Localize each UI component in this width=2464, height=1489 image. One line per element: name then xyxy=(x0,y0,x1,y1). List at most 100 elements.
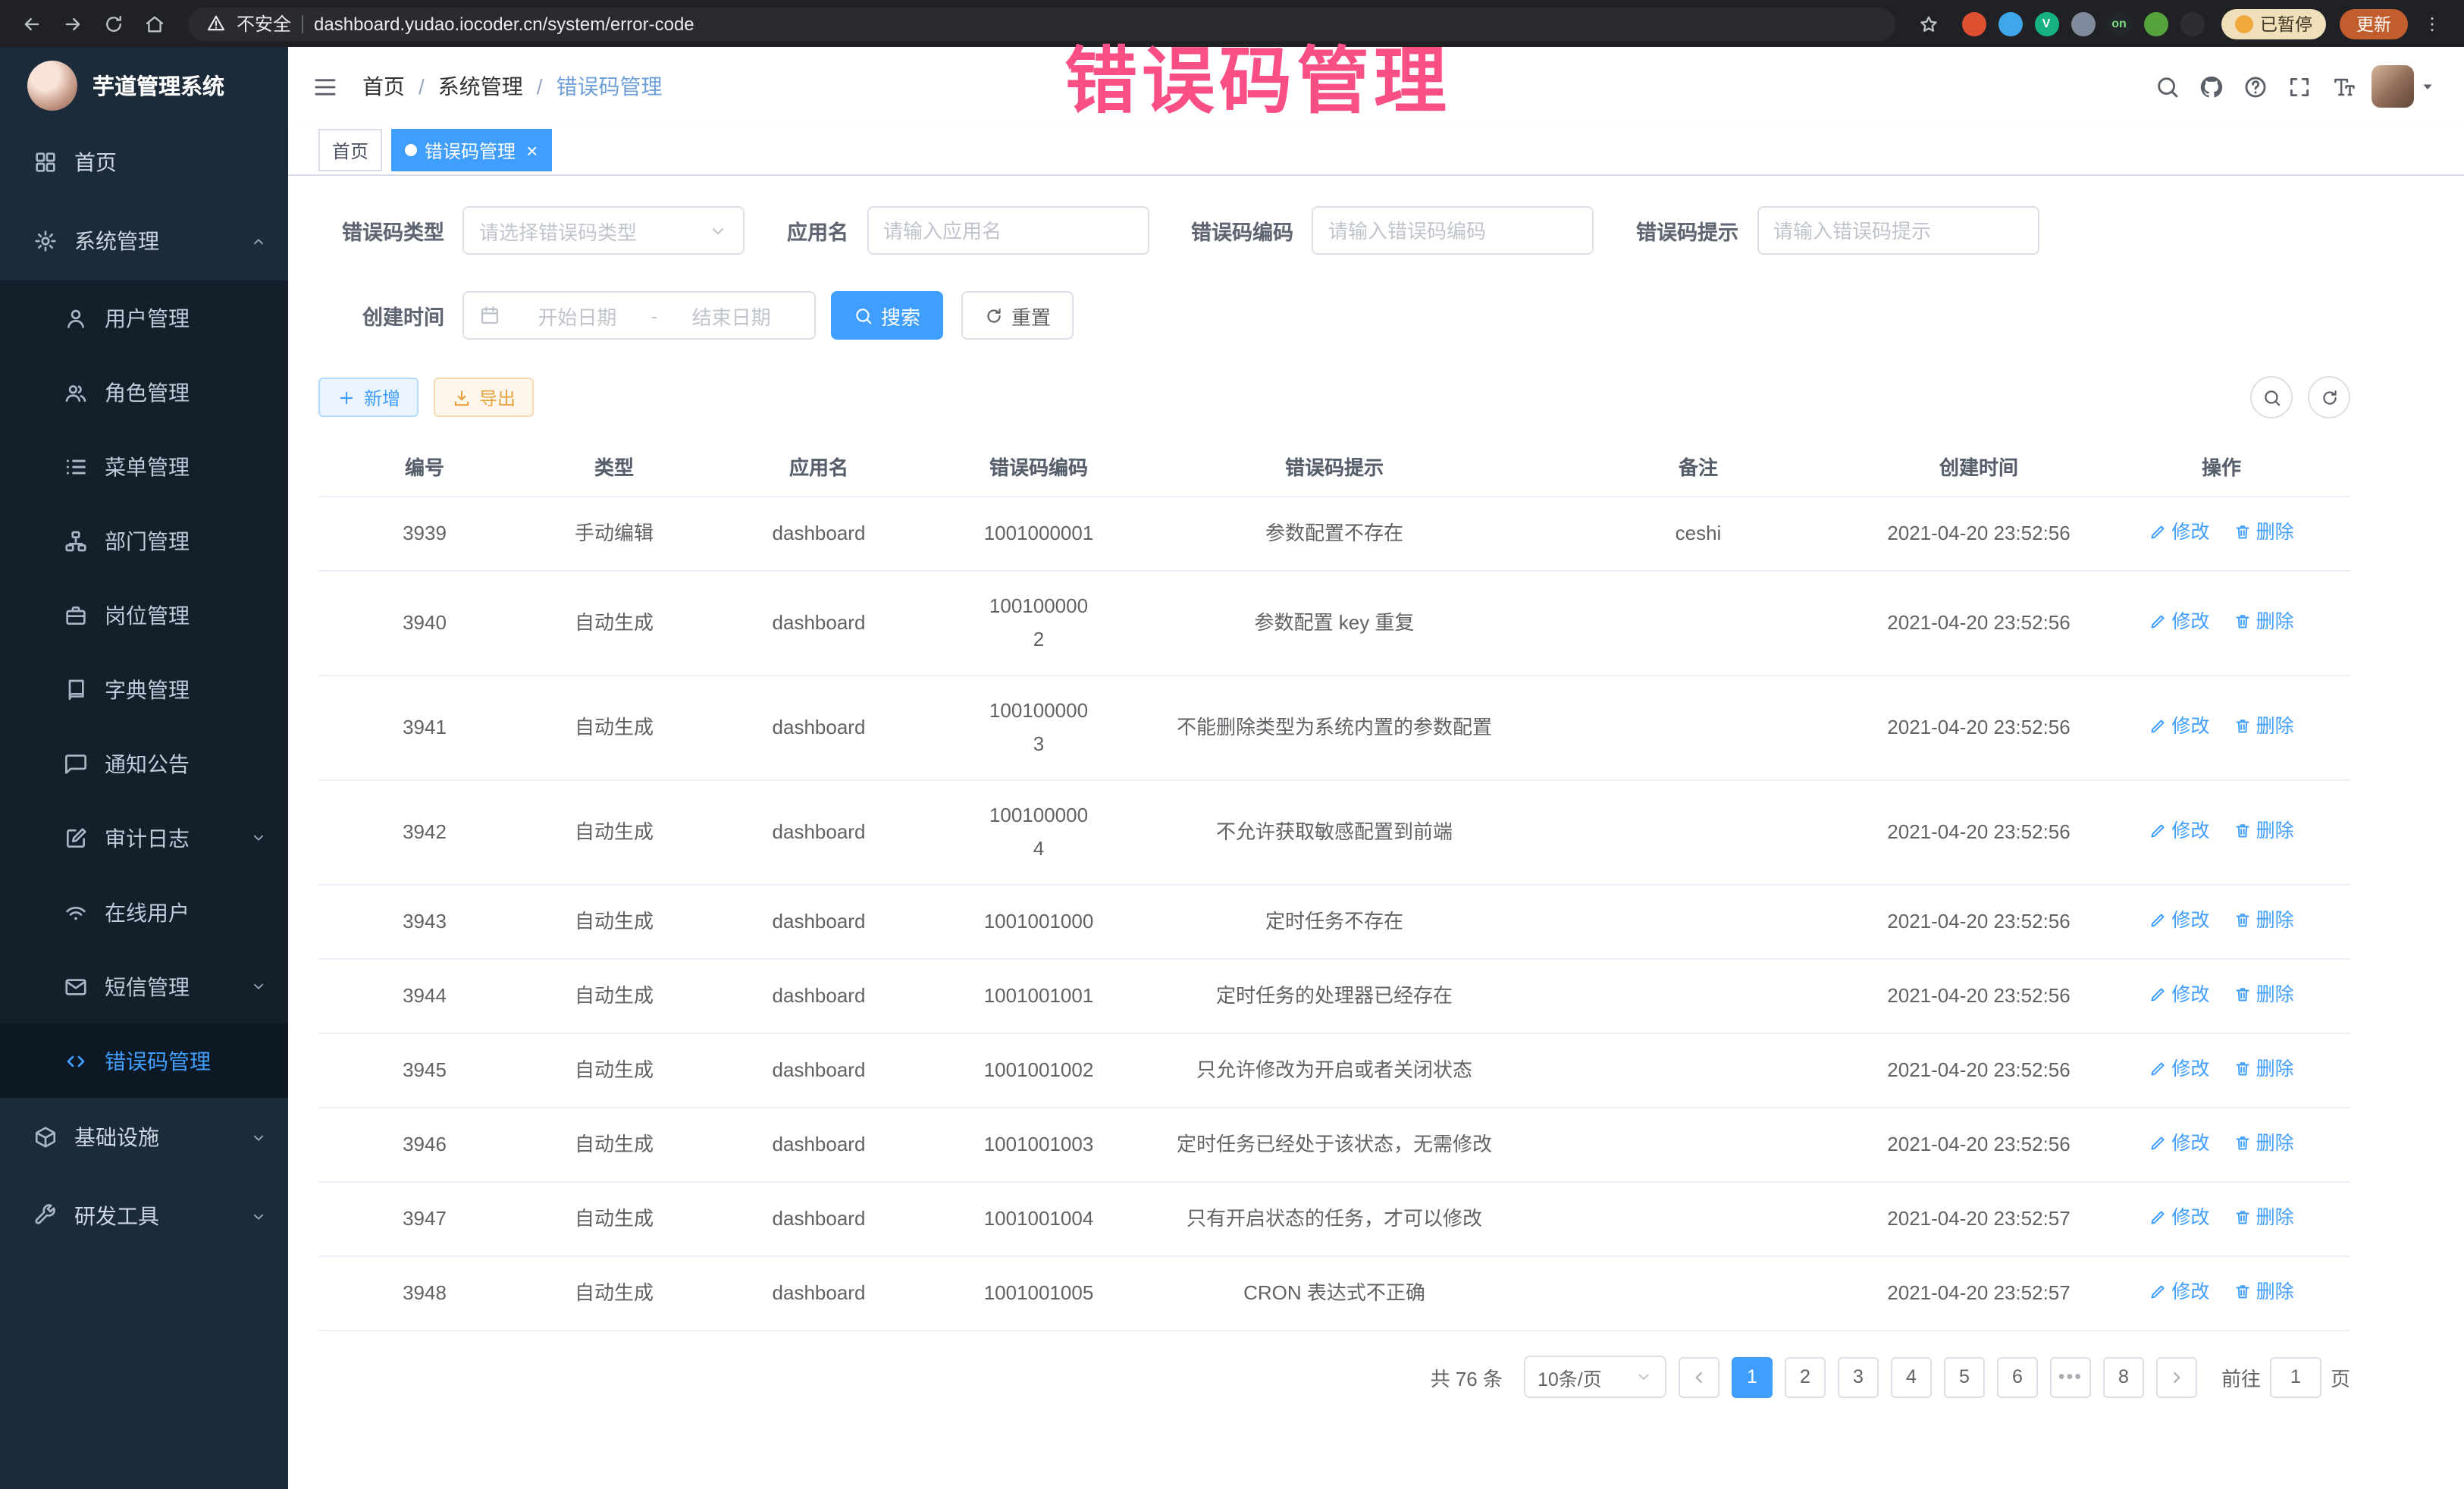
export-button[interactable]: 导出 xyxy=(434,378,534,417)
edit-link[interactable]: 修改 xyxy=(2149,1201,2209,1234)
breadcrumb-label: 首页 xyxy=(362,71,405,102)
sidebar-item[interactable]: 短信管理 xyxy=(0,949,288,1023)
sidebar-item[interactable]: 岗位管理 xyxy=(0,578,288,652)
edit-link[interactable]: 修改 xyxy=(2149,814,2209,848)
error-hint-input[interactable] xyxy=(1757,206,2039,255)
bookmark-star-icon[interactable] xyxy=(1911,7,1945,40)
edit-link[interactable]: 修改 xyxy=(2149,1052,2209,1086)
hamburger-icon[interactable] xyxy=(312,74,338,99)
extension-icon[interactable]: V xyxy=(2034,11,2058,36)
delete-link[interactable]: 删除 xyxy=(2234,516,2294,549)
delete-link[interactable]: 删除 xyxy=(2234,1275,2294,1309)
edit-link[interactable]: 修改 xyxy=(2149,1275,2209,1309)
edit-link[interactable]: 修改 xyxy=(2149,978,2209,1011)
header-action-icon[interactable] xyxy=(2243,74,2268,99)
delete-link[interactable]: 删除 xyxy=(2234,1052,2294,1086)
sidebar-item[interactable]: 角色管理 xyxy=(0,355,288,429)
browser-nav-icon[interactable] xyxy=(15,7,49,40)
extension-icon[interactable] xyxy=(2071,11,2095,36)
sidebar-item[interactable]: 通知公告 xyxy=(0,726,288,801)
chevron-down-icon xyxy=(708,221,728,240)
reset-button[interactable]: 重置 xyxy=(961,291,1074,340)
close-tab-icon[interactable]: × xyxy=(526,140,538,160)
table-row: 3947 自动生成 dashboard 1001001004 只有开启状态的任务… xyxy=(318,1182,2350,1256)
view-tab[interactable]: 首页 × xyxy=(318,129,382,171)
page-number-button[interactable]: 4 xyxy=(1891,1356,1932,1397)
page-number-button[interactable]: 6 xyxy=(1997,1356,2038,1397)
sidebar-item[interactable]: 错误码管理 xyxy=(0,1023,288,1098)
extension-icon[interactable] xyxy=(2143,11,2168,36)
sidebar-item[interactable]: 在线用户 xyxy=(0,875,288,949)
error-code-input[interactable] xyxy=(1312,206,1594,255)
sidebar-item[interactable]: 基础设施 xyxy=(0,1098,288,1177)
browser-nav-icon[interactable] xyxy=(97,7,130,40)
breadcrumb-item[interactable]: 错误码管理 / xyxy=(556,71,663,102)
cell-hint: CRON 表达式不正确 xyxy=(1137,1256,1531,1331)
extension-icon[interactable] xyxy=(2180,11,2204,36)
sidebar-item-label: 首页 xyxy=(74,147,117,177)
sidebar-item[interactable]: 首页 xyxy=(0,123,288,202)
page-number-button[interactable]: 8 xyxy=(2103,1356,2144,1397)
sidebar-item[interactable]: 字典管理 xyxy=(0,652,288,726)
show-search-button[interactable] xyxy=(2250,376,2293,418)
extension-icon[interactable] xyxy=(1961,11,1986,36)
page-size-select[interactable]: 10条/页 xyxy=(1524,1356,1666,1398)
filter-row-2: 创建时间 开始日期 - 结束日期 搜索 xyxy=(318,291,2350,340)
page-number-button[interactable]: 1 xyxy=(1732,1356,1773,1397)
delete-link[interactable]: 删除 xyxy=(2234,814,2294,848)
edit-link[interactable]: 修改 xyxy=(2149,605,2209,638)
caret-down-icon[interactable] xyxy=(2419,77,2437,96)
add-button[interactable]: 新增 xyxy=(318,378,419,417)
page-number-button[interactable]: 3 xyxy=(1838,1356,1879,1397)
cell-app: dashboard xyxy=(698,1108,940,1182)
edit-link[interactable]: 修改 xyxy=(2149,904,2209,937)
sidebar-item[interactable]: 部门管理 xyxy=(0,503,288,578)
app-name-input[interactable] xyxy=(867,206,1149,255)
page-number-button[interactable]: 2 xyxy=(1785,1356,1826,1397)
sidebar-item[interactable]: 菜单管理 xyxy=(0,429,288,503)
address-bar[interactable]: 不安全 dashboard.yudao.iocoder.cn/system/er… xyxy=(188,7,1895,40)
view-tab[interactable]: 错误码管理 × xyxy=(391,129,551,171)
user-avatar[interactable] xyxy=(2372,65,2414,108)
sidebar-item[interactable]: 系统管理 xyxy=(0,202,288,281)
header-action-icon[interactable] xyxy=(2155,74,2180,99)
header-action-icon[interactable] xyxy=(2331,74,2356,99)
sidebar-item-icon xyxy=(64,826,88,850)
sidebar-item[interactable]: 研发工具 xyxy=(0,1177,288,1255)
refresh-table-button[interactable] xyxy=(2308,376,2350,418)
date-range-picker[interactable]: 开始日期 - 结束日期 xyxy=(462,291,816,340)
update-button[interactable]: 更新 xyxy=(2340,8,2408,39)
delete-link[interactable]: 删除 xyxy=(2234,710,2294,743)
search-button[interactable]: 搜索 xyxy=(831,291,943,340)
breadcrumb-item[interactable]: 系统管理 / xyxy=(438,71,556,102)
browser-nav-icon[interactable] xyxy=(138,7,171,40)
next-page-button[interactable] xyxy=(2156,1356,2197,1397)
delete-link[interactable]: 删除 xyxy=(2234,1201,2294,1234)
more-vertical-icon[interactable] xyxy=(2415,7,2449,40)
pencil-icon xyxy=(2149,717,2167,735)
error-type-select[interactable]: 请选择错误码类型 xyxy=(462,206,745,255)
header-action-icon[interactable] xyxy=(2287,74,2312,99)
sidebar-item[interactable]: 审计日志 xyxy=(0,801,288,875)
browser-nav-icon[interactable] xyxy=(56,7,89,40)
cell-type: 自动生成 xyxy=(531,885,698,959)
delete-link[interactable]: 删除 xyxy=(2234,605,2294,638)
extension-icon[interactable]: on xyxy=(2107,11,2131,36)
prev-page-button[interactable] xyxy=(1679,1356,1719,1397)
header-action-icon[interactable] xyxy=(2199,74,2224,99)
edit-link[interactable]: 修改 xyxy=(2149,710,2209,743)
delete-link[interactable]: 删除 xyxy=(2234,904,2294,937)
security-label[interactable]: 不安全 xyxy=(237,11,291,36)
profile-paused-badge[interactable]: 已暂停 xyxy=(2221,8,2326,39)
delete-link[interactable]: 删除 xyxy=(2234,978,2294,1011)
edit-link[interactable]: 修改 xyxy=(2149,516,2209,549)
cell-operations: 修改 删除 xyxy=(2093,1033,2350,1108)
delete-link[interactable]: 删除 xyxy=(2234,1127,2294,1160)
goto-page-input[interactable] xyxy=(2270,1356,2321,1397)
edit-link[interactable]: 修改 xyxy=(2149,1127,2209,1160)
sidebar-item[interactable]: 用户管理 xyxy=(0,281,288,355)
extension-icon[interactable] xyxy=(1998,11,2022,36)
page-number-button[interactable]: 5 xyxy=(1944,1356,1985,1397)
breadcrumb-item[interactable]: 首页 / xyxy=(362,71,438,102)
page-number-button[interactable]: ••• xyxy=(2050,1356,2091,1397)
